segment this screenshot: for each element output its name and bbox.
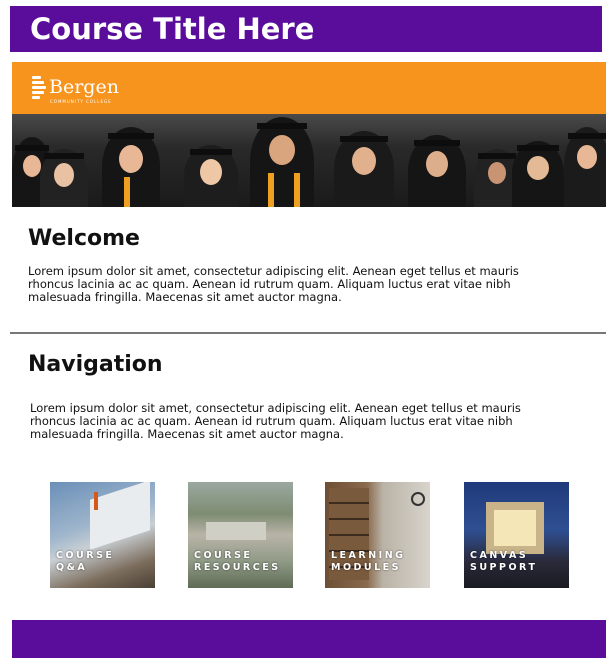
course-title-header: Course Title Here — [10, 6, 602, 52]
navigation-paragraph: Lorem ipsum dolor sit amet, consectetur … — [30, 401, 521, 441]
logo-wordmark: Bergen — [49, 75, 119, 98]
graduation-photo — [12, 114, 606, 207]
course-title: Course Title Here — [30, 12, 315, 46]
tile-label: LEARNING MODULES — [331, 550, 406, 573]
bergen-logo: Bergen COMMUNITY COLLEGE — [32, 74, 119, 104]
bergen-flame-icon — [32, 74, 46, 100]
footer-bar — [12, 620, 606, 658]
tile-label: COURSE Q&A — [56, 550, 115, 573]
tile-learning-modules[interactable]: LEARNING MODULES — [325, 482, 430, 588]
tile-canvas-support[interactable]: CANVAS SUPPORT — [464, 482, 569, 588]
tile-label: COURSE RESOURCES — [194, 550, 281, 573]
navigation-heading: Navigation — [28, 352, 163, 377]
section-divider — [10, 332, 606, 334]
welcome-heading: Welcome — [28, 226, 140, 251]
college-banner: Bergen COMMUNITY COLLEGE — [12, 62, 606, 207]
tile-course-qa[interactable]: COURSE Q&A — [50, 482, 155, 588]
welcome-paragraph: Lorem ipsum dolor sit amet, consectetur … — [28, 264, 519, 304]
tile-course-resources[interactable]: COURSE RESOURCES — [188, 482, 293, 588]
tile-label: CANVAS SUPPORT — [470, 550, 538, 573]
logo-subtext: COMMUNITY COLLEGE — [50, 99, 112, 104]
